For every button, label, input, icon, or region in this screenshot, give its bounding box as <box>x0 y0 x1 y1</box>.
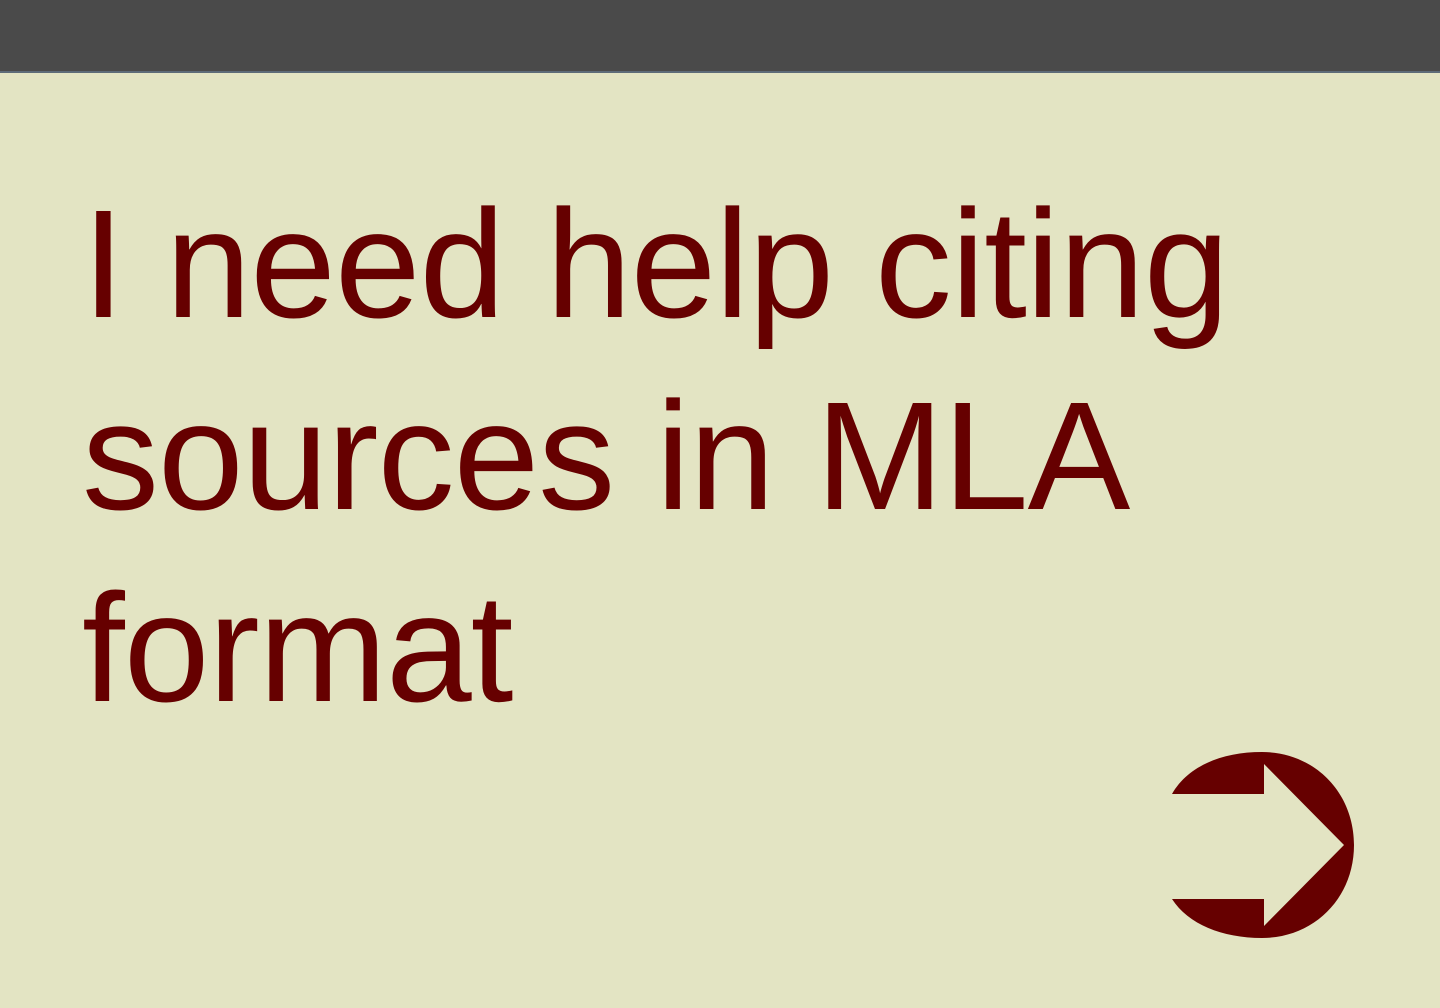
prompt-topic-start: citing <box>874 178 1230 350</box>
next-button[interactable] <box>1170 752 1354 938</box>
arrow-right-icon <box>1172 752 1354 938</box>
page-title: I need help citing sources in MLA format <box>82 168 1382 744</box>
prompt-topic-middle: sources in MLA <box>82 370 1130 542</box>
top-bar <box>0 0 1440 73</box>
prompt-lead: I need help <box>82 178 834 350</box>
prompt-topic-end: format <box>82 562 513 734</box>
